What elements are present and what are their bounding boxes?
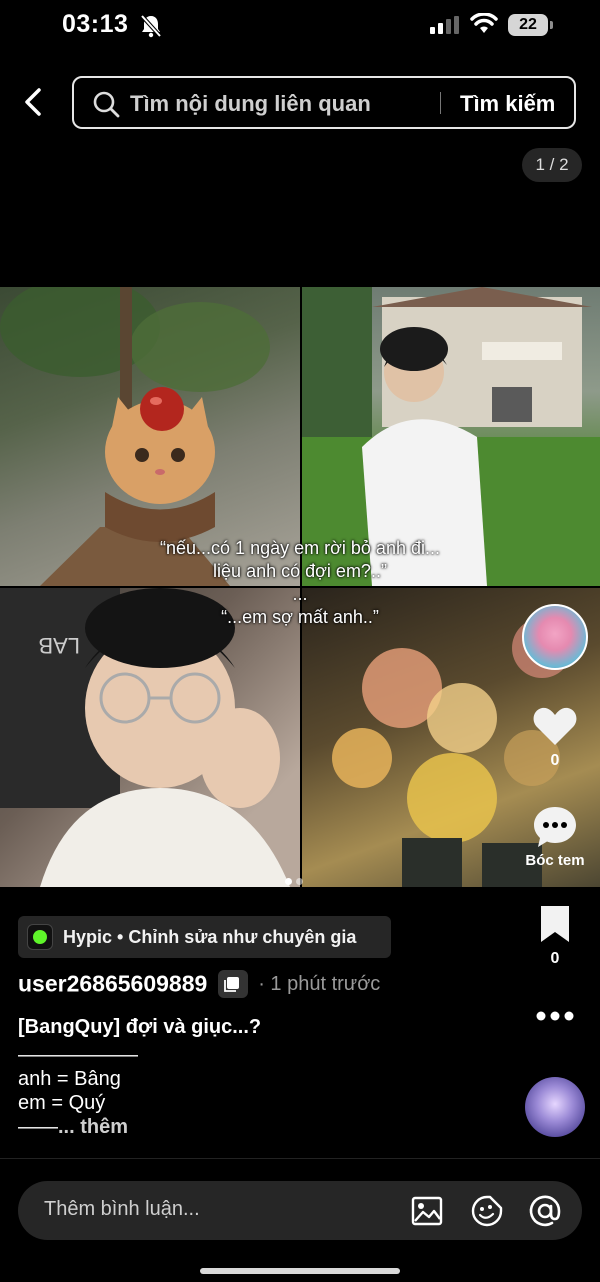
search-bar[interactable]: Tìm nội dung liên quan Tìm kiếm (72, 76, 576, 129)
post-line-4: ——... thêm (18, 1115, 138, 1139)
search-divider (440, 92, 441, 114)
hypic-logo-icon (27, 924, 53, 950)
bookmark-count: 0 (550, 950, 560, 967)
status-bar: 03:13 22 (0, 0, 600, 52)
status-time: 03:13 (62, 10, 129, 38)
comment-bubble-icon[interactable] (532, 804, 578, 850)
image-caption-overlay: “nếu...có 1 ngày em rời bỏ anh đi... liệ… (0, 537, 600, 629)
post-line-3: em = Quý (18, 1092, 106, 1114)
wifi-icon (470, 13, 498, 33)
boy-glasses-illustration: LAB (0, 588, 290, 887)
bookmark-icon[interactable] (538, 904, 572, 944)
copy-icon[interactable] (217, 970, 248, 998)
carousel-dot-active (285, 878, 292, 885)
page-counter: 1 / 2 (522, 148, 582, 182)
battery-indicator: 22 (508, 14, 548, 36)
caption-line-4: “...em sợ mất anh..” (221, 607, 379, 627)
author-avatar[interactable] (522, 604, 588, 670)
image-picker-icon[interactable] (410, 1194, 444, 1228)
author-row: user26865609889 · 1 phút trước (18, 970, 380, 1002)
comment-label: Bóc tem (525, 852, 585, 869)
divider (0, 1158, 600, 1159)
search-button[interactable]: Tìm kiếm (460, 91, 555, 117)
comment-input[interactable]: Thêm bình luận... (44, 1198, 200, 1221)
boy-glasses-photo: LAB (0, 588, 300, 887)
username[interactable]: user26865609889 (18, 971, 207, 997)
post-line-1: —————— (18, 1044, 138, 1066)
see-more-link[interactable]: ... thêm (58, 1116, 128, 1138)
like-count: 0 (550, 752, 560, 769)
post-time: · 1 phút trước (258, 972, 381, 995)
app-tag-label: Hypic • Chỉnh sửa như chuyên gia (63, 927, 357, 947)
post-line-4-prefix: —— (18, 1116, 58, 1138)
home-indicator (200, 1268, 400, 1274)
post-image-collage[interactable]: LAB “nếu...có 1 ngày em rời bỏ anh đi...… (0, 287, 600, 887)
sticker-emoji-icon[interactable] (470, 1194, 504, 1228)
mute-bell-icon (140, 14, 162, 38)
post-line-2: anh = Bâng (18, 1068, 121, 1090)
caption-line-3: ... (292, 584, 308, 604)
more-options-icon[interactable] (536, 1010, 574, 1022)
search-icon (93, 91, 120, 118)
svg-text:LAB: LAB (38, 633, 80, 658)
caption-line-2: liệu anh có đợi em?..” (213, 561, 387, 581)
search-input[interactable]: Tìm nội dung liên quan (130, 91, 371, 117)
comment-bar[interactable]: Thêm bình luận... (18, 1181, 582, 1240)
mention-at-icon[interactable] (528, 1194, 562, 1228)
caption-line-1: “nếu...có 1 ngày em rời bỏ anh đi... (160, 538, 440, 558)
heart-icon[interactable] (532, 704, 578, 748)
battery-tip (550, 21, 553, 29)
post-title: [BangQuy] đợi và giục...? (18, 1016, 262, 1038)
back-chevron-icon[interactable] (18, 86, 50, 118)
carousel-dot (296, 878, 303, 885)
app-tag-chip[interactable]: Hypic • Chỉnh sửa như chuyên gia (18, 916, 391, 958)
music-disc-avatar[interactable] (525, 1077, 585, 1137)
carousel-dots (285, 872, 307, 890)
signal-icon (430, 16, 459, 34)
post-description: —————— anh = Bâng em = Quý ——... thêm (18, 1043, 138, 1139)
